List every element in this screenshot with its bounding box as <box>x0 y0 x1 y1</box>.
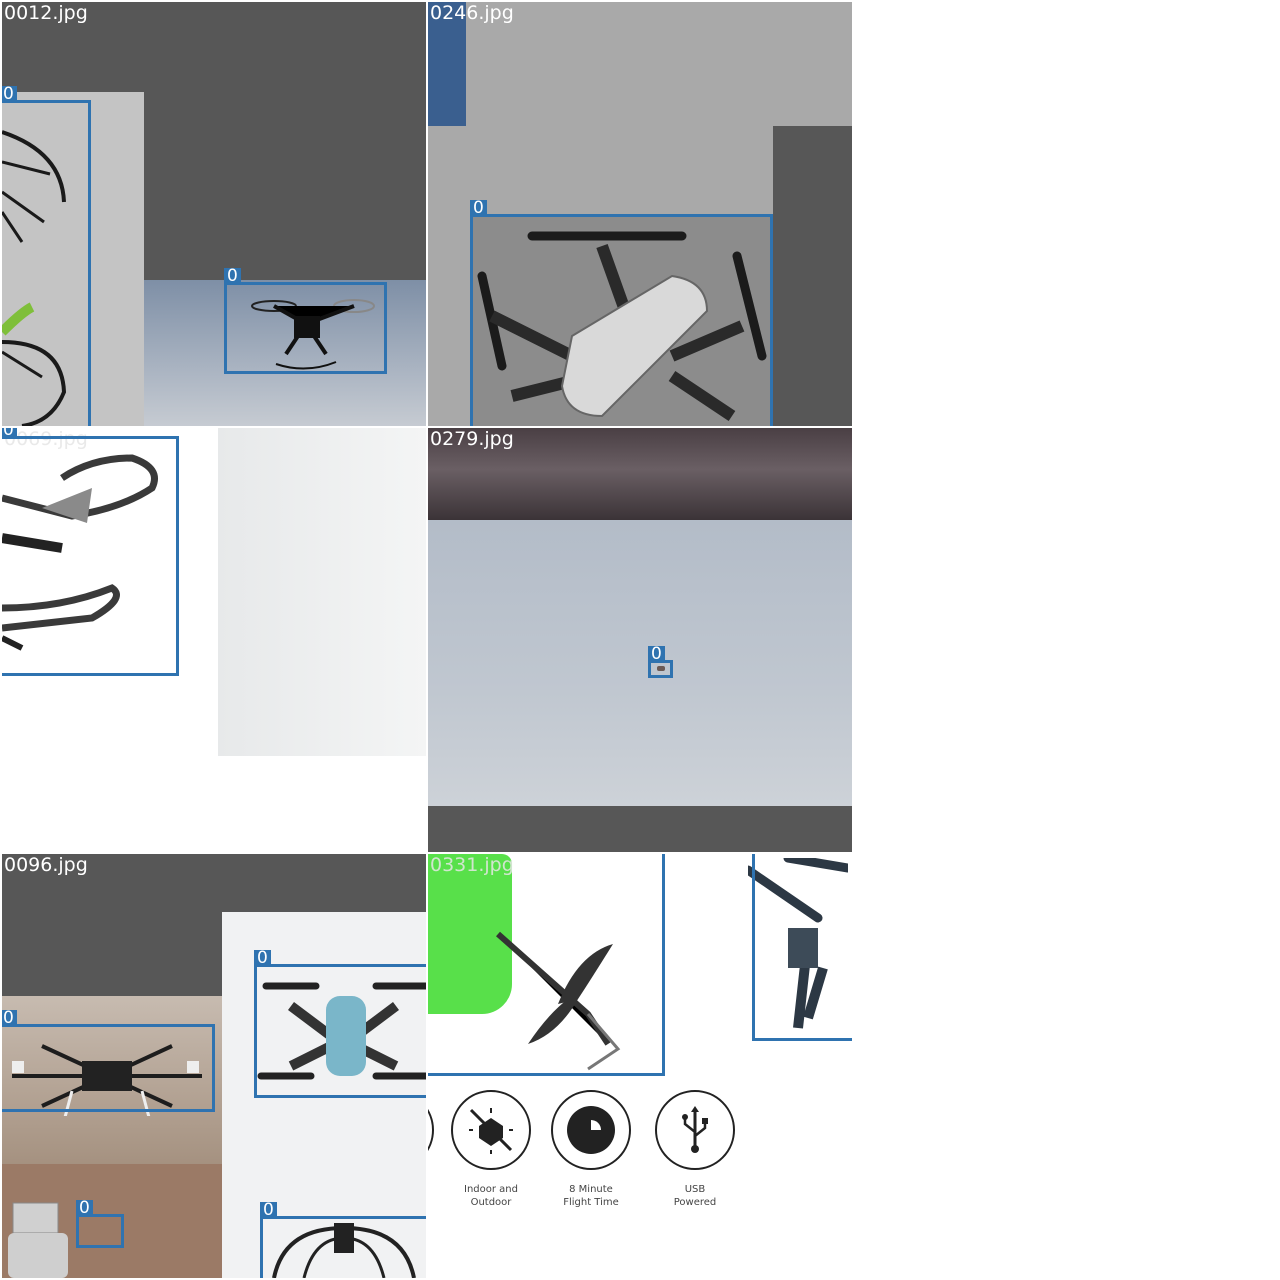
image-sky-area <box>428 520 852 806</box>
feature-indoor-outdoor: Indoor and Outdoor <box>436 1090 546 1209</box>
detection-class-label: 0 <box>76 1200 93 1217</box>
filename-label: 0279.jpg <box>430 428 514 450</box>
mosaic-tile-0279: 0279.jpg 0 <box>428 428 852 852</box>
mosaic-tile-0012: 0012.jpg 0 0 <box>2 2 426 426</box>
filename-label: 0246.jpg <box>430 2 514 24</box>
detection-class-label: 0 <box>260 1202 277 1219</box>
partial-circle-icon <box>428 1090 434 1170</box>
detection-class-label: 0 <box>648 646 665 663</box>
feature-flight-time: 8 Minute Flight Time <box>536 1090 646 1209</box>
detection-class-label: 0 <box>224 268 241 285</box>
image-white-card <box>218 428 426 756</box>
mosaic-tile-0246: 0246.jpg 0 <box>428 2 852 426</box>
detection-class-label: 0 <box>2 86 17 103</box>
filename-label: 0012.jpg <box>4 2 88 24</box>
image-dark-patch <box>773 126 852 426</box>
mosaic-tile-0331: 0331.jpg 0 0 Indoor and Outdoor 8 Minute… <box>428 854 852 1278</box>
detection-class-label: 0 <box>2 1010 17 1027</box>
usb-icon <box>655 1090 735 1170</box>
detection-box <box>2 436 179 676</box>
controller-image <box>8 1202 68 1278</box>
detection-box <box>76 1214 124 1248</box>
detection-class-label: 0 <box>2 428 17 439</box>
detection-box <box>428 854 665 1076</box>
feature-caption: USB Powered <box>673 1184 717 1208</box>
image-dark-patch <box>428 806 852 852</box>
indoor-outdoor-icon <box>451 1090 531 1170</box>
detection-box <box>2 100 91 426</box>
detection-box <box>2 1024 215 1112</box>
detection-class-label: 0 <box>254 950 271 967</box>
mosaic-tile-0069: 0069.jpg 0 <box>2 428 426 852</box>
detection-box <box>254 964 426 1098</box>
detection-box <box>470 214 773 426</box>
detection-box <box>224 282 387 374</box>
detection-class-label: 0 <box>470 200 487 217</box>
detection-box <box>752 854 852 1041</box>
detection-box <box>260 1216 426 1278</box>
feature-caption: Indoor and Outdoor <box>464 1184 518 1208</box>
mosaic-tile-0096: 0096.jpg 0 0 0 0 <box>2 854 426 1278</box>
flight-time-icon <box>551 1090 631 1170</box>
feature-usb: USB Powered <box>640 1090 750 1209</box>
feature-caption: 8 Minute Flight Time <box>563 1184 619 1208</box>
filename-label: 0096.jpg <box>4 854 88 876</box>
